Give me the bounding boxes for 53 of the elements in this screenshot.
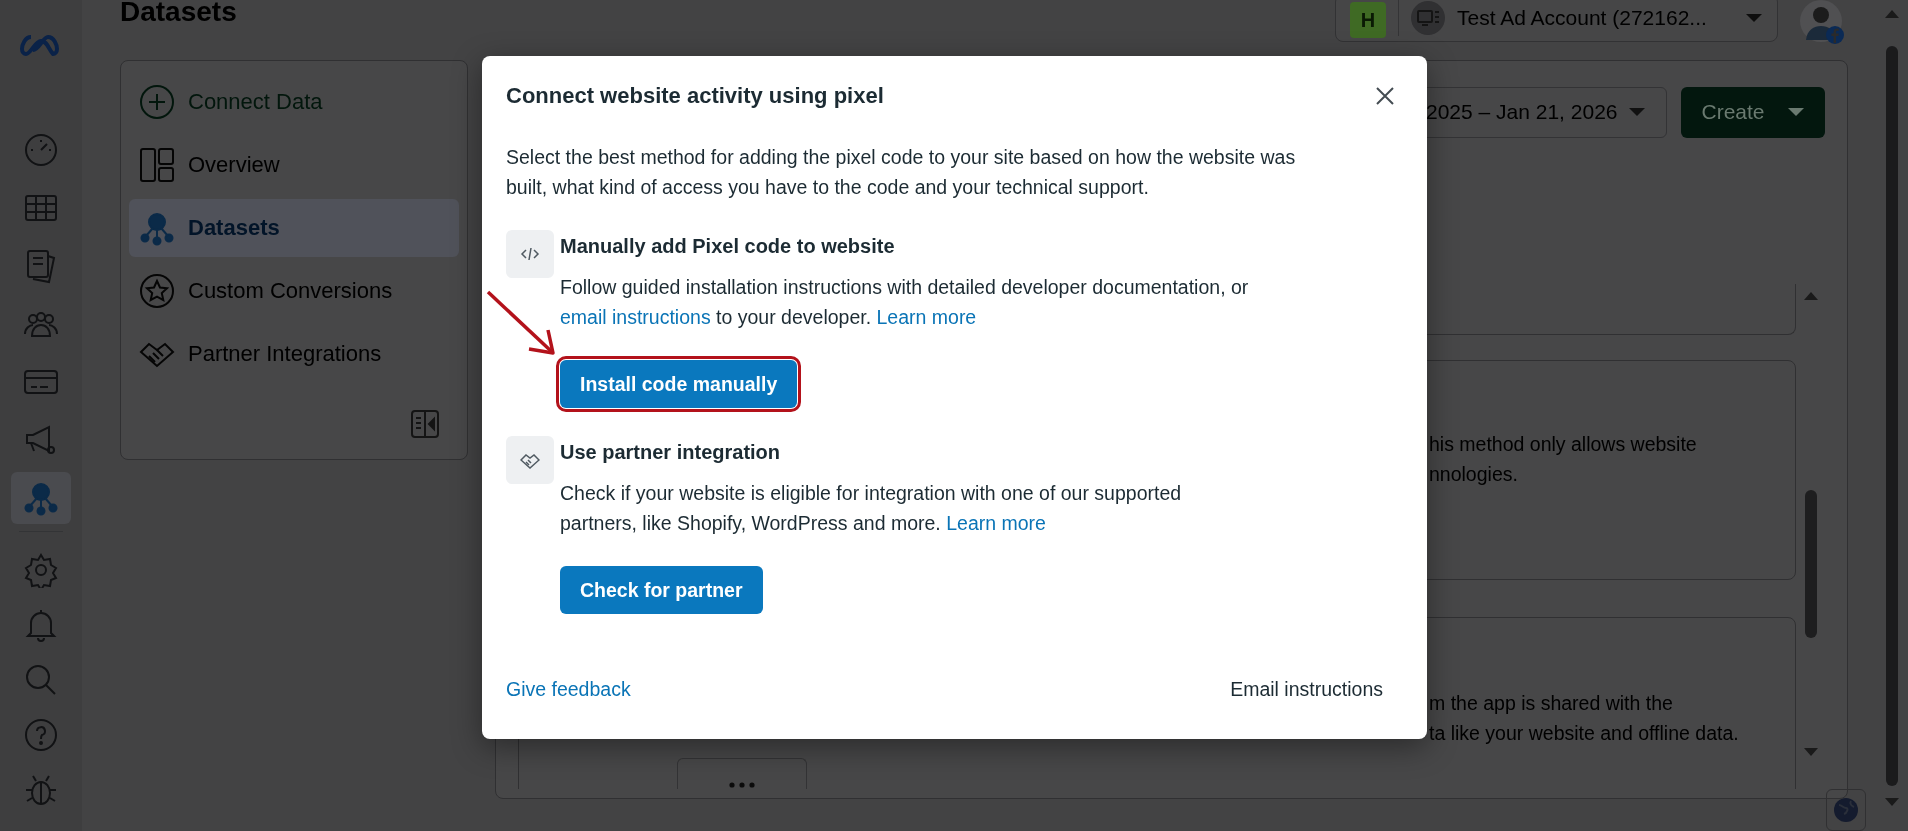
card-text: m the app is shared with the xyxy=(1429,690,1674,716)
facebook-icon xyxy=(1826,26,1844,44)
language-button[interactable] xyxy=(1826,789,1866,831)
scroll-down-icon xyxy=(1803,747,1818,756)
more-button[interactable] xyxy=(677,757,807,789)
primary-button[interactable]: Check for partner xyxy=(560,566,763,614)
add-icon xyxy=(139,83,175,120)
nav-item[interactable]: Overview xyxy=(129,135,459,194)
card-text: nnologies. xyxy=(1429,461,1519,487)
link[interactable]: email instructions xyxy=(560,306,711,328)
caret-icon xyxy=(1628,107,1646,118)
dialog-title: Connect website activity using pixel xyxy=(506,83,884,109)
scroll-up-icon xyxy=(1885,10,1899,18)
give-feedback-link[interactable]: Give feedback xyxy=(506,678,631,701)
section-description: Follow guided installation instructions with detailed developer documentation, or email instructions to your developer. Learn more xyxy=(560,275,1250,330)
section-title: Use partner integration xyxy=(560,440,782,465)
nav-item[interactable]: Partner Integrations xyxy=(129,324,459,383)
caret-icon xyxy=(1745,13,1763,23)
help-icon xyxy=(23,716,59,753)
card-text: ta like your website and offline data. xyxy=(1429,720,1739,746)
collapse-panel-icon[interactable] xyxy=(411,409,439,438)
layout-icon xyxy=(139,146,175,183)
link[interactable]: Learn more xyxy=(946,512,1046,534)
create-button[interactable]: Create xyxy=(1681,86,1825,138)
close-icon[interactable] xyxy=(1376,87,1394,105)
code-icon xyxy=(520,245,540,263)
email-instructions-button[interactable]: Email instructions xyxy=(1220,672,1393,707)
more-icon xyxy=(727,780,757,789)
settings-icon xyxy=(23,551,59,588)
caret-icon xyxy=(1786,107,1805,118)
account-name: Test Ad Account (272162... xyxy=(1457,6,1708,30)
account-badge: H xyxy=(1350,2,1386,38)
rail-button[interactable] xyxy=(11,472,71,524)
avatar[interactable] xyxy=(1800,0,1842,42)
annotation-arrow xyxy=(485,289,557,357)
section-description: Check if your website is eligible for integration with one of our supported partners, like Shopify, WordPress and more. Learn more xyxy=(560,481,1183,536)
monitor-icon xyxy=(1411,1,1445,35)
network-icon xyxy=(23,480,59,516)
nav-item[interactable]: Datasets xyxy=(129,198,459,257)
link[interactable]: Learn more xyxy=(876,306,977,328)
section-title: Manually add Pixel code to website xyxy=(560,234,896,259)
dialog-description: Select the best method for adding the pixel code to your site based on how the website was built, what kind of access you have to the code and your technical support. xyxy=(506,145,1297,200)
scroll-up-icon xyxy=(1803,291,1818,300)
scrollbar-thumb[interactable] xyxy=(1804,489,1817,638)
card-text: his method only allows website xyxy=(1429,431,1697,457)
scrollbar-thumb[interactable] xyxy=(1886,46,1898,786)
nav-item[interactable]: Custom Conversions xyxy=(129,261,459,320)
gauge-icon xyxy=(23,132,59,168)
page-title: Datasets xyxy=(120,0,238,28)
date-range: 2025 – Jan 21, 2026 xyxy=(1426,100,1618,125)
handshake-icon xyxy=(520,451,540,469)
account-selector[interactable]: H Test Ad Account (272162... xyxy=(1335,0,1778,42)
scroll-down-icon xyxy=(1885,798,1899,806)
